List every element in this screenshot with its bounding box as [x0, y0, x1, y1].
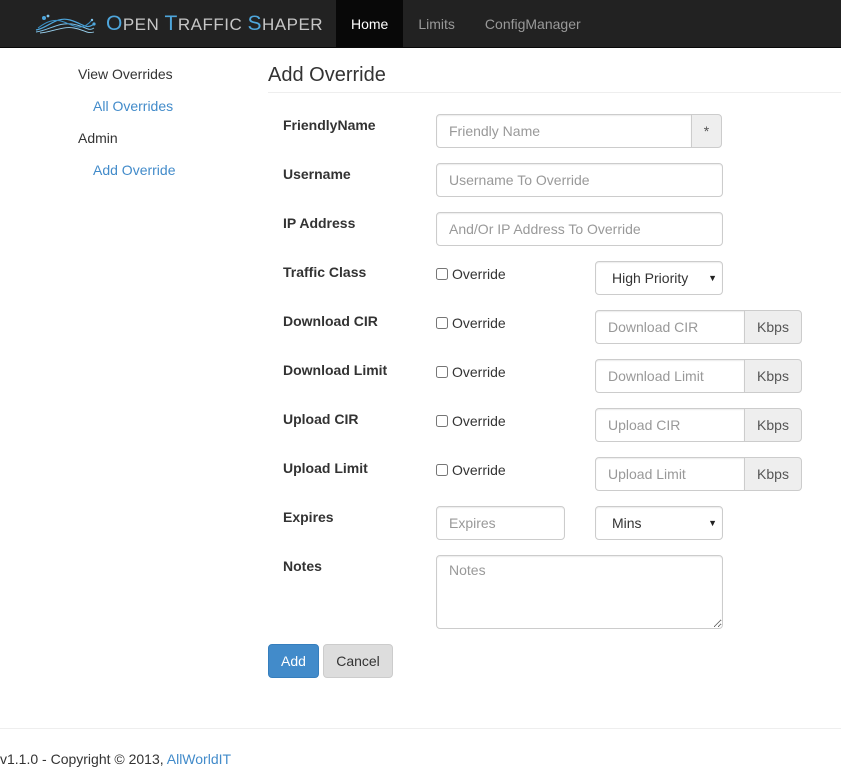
- notes-textarea[interactable]: [436, 555, 723, 629]
- brand-title: OPEN TRAFFIC SHAPER: [106, 12, 323, 36]
- footer-divider: [0, 728, 841, 729]
- chevron-down-icon: ▼: [708, 273, 717, 283]
- download-limit-override-label: Override: [452, 364, 506, 380]
- download-cir-label: Download CIR: [283, 313, 378, 329]
- ip-address-label: IP Address: [283, 215, 356, 231]
- upload-cir-label: Upload CIR: [283, 411, 359, 427]
- username-input[interactable]: [436, 163, 723, 197]
- network-fibers-logo: [35, 14, 96, 34]
- ip-address-input[interactable]: [436, 212, 723, 246]
- traffic-class-label: Traffic Class: [283, 264, 367, 280]
- footer-link-allworldit[interactable]: AllWorldIT: [167, 751, 231, 767]
- sidebar-link-add-override[interactable]: Add Override: [93, 162, 175, 178]
- brand-title-part: RAFFIC: [177, 15, 248, 34]
- download-cir-override-label: Override: [452, 315, 506, 331]
- expires-unit-select[interactable]: Mins ▼: [595, 506, 723, 540]
- brand[interactable]: OPEN TRAFFIC SHAPER: [34, 0, 323, 48]
- add-button[interactable]: Add: [268, 644, 319, 678]
- nav-item-configmanager[interactable]: ConfigManager: [470, 0, 596, 48]
- traffic-class-override[interactable]: Override: [436, 266, 506, 282]
- upload-cir-override[interactable]: Override: [436, 413, 506, 429]
- download-limit-unit: Kbps: [744, 359, 802, 393]
- upload-cir-override-label: Override: [452, 413, 506, 429]
- traffic-class-override-label: Override: [452, 266, 506, 282]
- footer-copyright: v1.1.0 - Copyright © 2013,: [0, 751, 167, 767]
- expires-unit-selected: Mins: [612, 515, 642, 531]
- title-divider: [268, 92, 841, 93]
- username-label: Username: [283, 166, 351, 182]
- required-marker: *: [691, 114, 722, 148]
- chevron-down-icon: ▼: [708, 518, 717, 528]
- upload-limit-override-label: Override: [452, 462, 506, 478]
- sidebar-heading-admin: Admin: [78, 130, 118, 146]
- notes-label: Notes: [283, 558, 322, 574]
- download-limit-override[interactable]: Override: [436, 364, 506, 380]
- cancel-button[interactable]: Cancel: [323, 644, 393, 678]
- sidebar-heading-view-overrides: View Overrides: [78, 66, 173, 82]
- expires-input[interactable]: [436, 506, 565, 540]
- brand-title-part: S: [247, 12, 262, 35]
- upload-limit-override[interactable]: Override: [436, 462, 506, 478]
- brand-title-part: HAPER: [261, 15, 324, 34]
- expires-label: Expires: [283, 509, 334, 525]
- nav-item-home[interactable]: Home: [336, 0, 404, 48]
- footer: v1.1.0 - Copyright © 2013, AllWorldIT: [0, 751, 231, 767]
- traffic-class-selected: High Priority: [612, 270, 689, 286]
- upload-cir-override-checkbox[interactable]: [436, 415, 448, 427]
- download-cir-unit: Kbps: [744, 310, 802, 344]
- upload-limit-label: Upload Limit: [283, 460, 368, 476]
- download-limit-label: Download Limit: [283, 362, 388, 378]
- upload-limit-override-checkbox[interactable]: [436, 464, 448, 476]
- upload-cir-unit: Kbps: [744, 408, 802, 442]
- top-navbar: OPEN TRAFFIC SHAPER Home Limits ConfigMa…: [0, 0, 841, 48]
- download-cir-input[interactable]: [595, 310, 745, 344]
- upload-limit-input[interactable]: [595, 457, 745, 491]
- page-title: Add Override: [268, 64, 386, 86]
- download-limit-input[interactable]: [595, 359, 745, 393]
- upload-limit-unit: Kbps: [744, 457, 802, 491]
- brand-title-part: O: [106, 12, 123, 35]
- download-cir-override[interactable]: Override: [436, 315, 506, 331]
- sidebar-link-all-overrides[interactable]: All Overrides: [93, 98, 173, 114]
- nav-item-limits[interactable]: Limits: [403, 0, 470, 48]
- brand-title-part: PEN: [122, 15, 165, 34]
- traffic-class-override-checkbox[interactable]: [436, 268, 448, 280]
- main-nav: Home Limits ConfigManager: [336, 0, 596, 48]
- upload-cir-input[interactable]: [595, 408, 745, 442]
- brand-title-part: T: [164, 12, 178, 35]
- download-limit-override-checkbox[interactable]: [436, 366, 448, 378]
- friendly-name-input[interactable]: [436, 114, 692, 148]
- download-cir-override-checkbox[interactable]: [436, 317, 448, 329]
- traffic-class-select[interactable]: High Priority ▼: [595, 261, 723, 295]
- friendly-name-label: FriendlyName: [283, 117, 376, 133]
